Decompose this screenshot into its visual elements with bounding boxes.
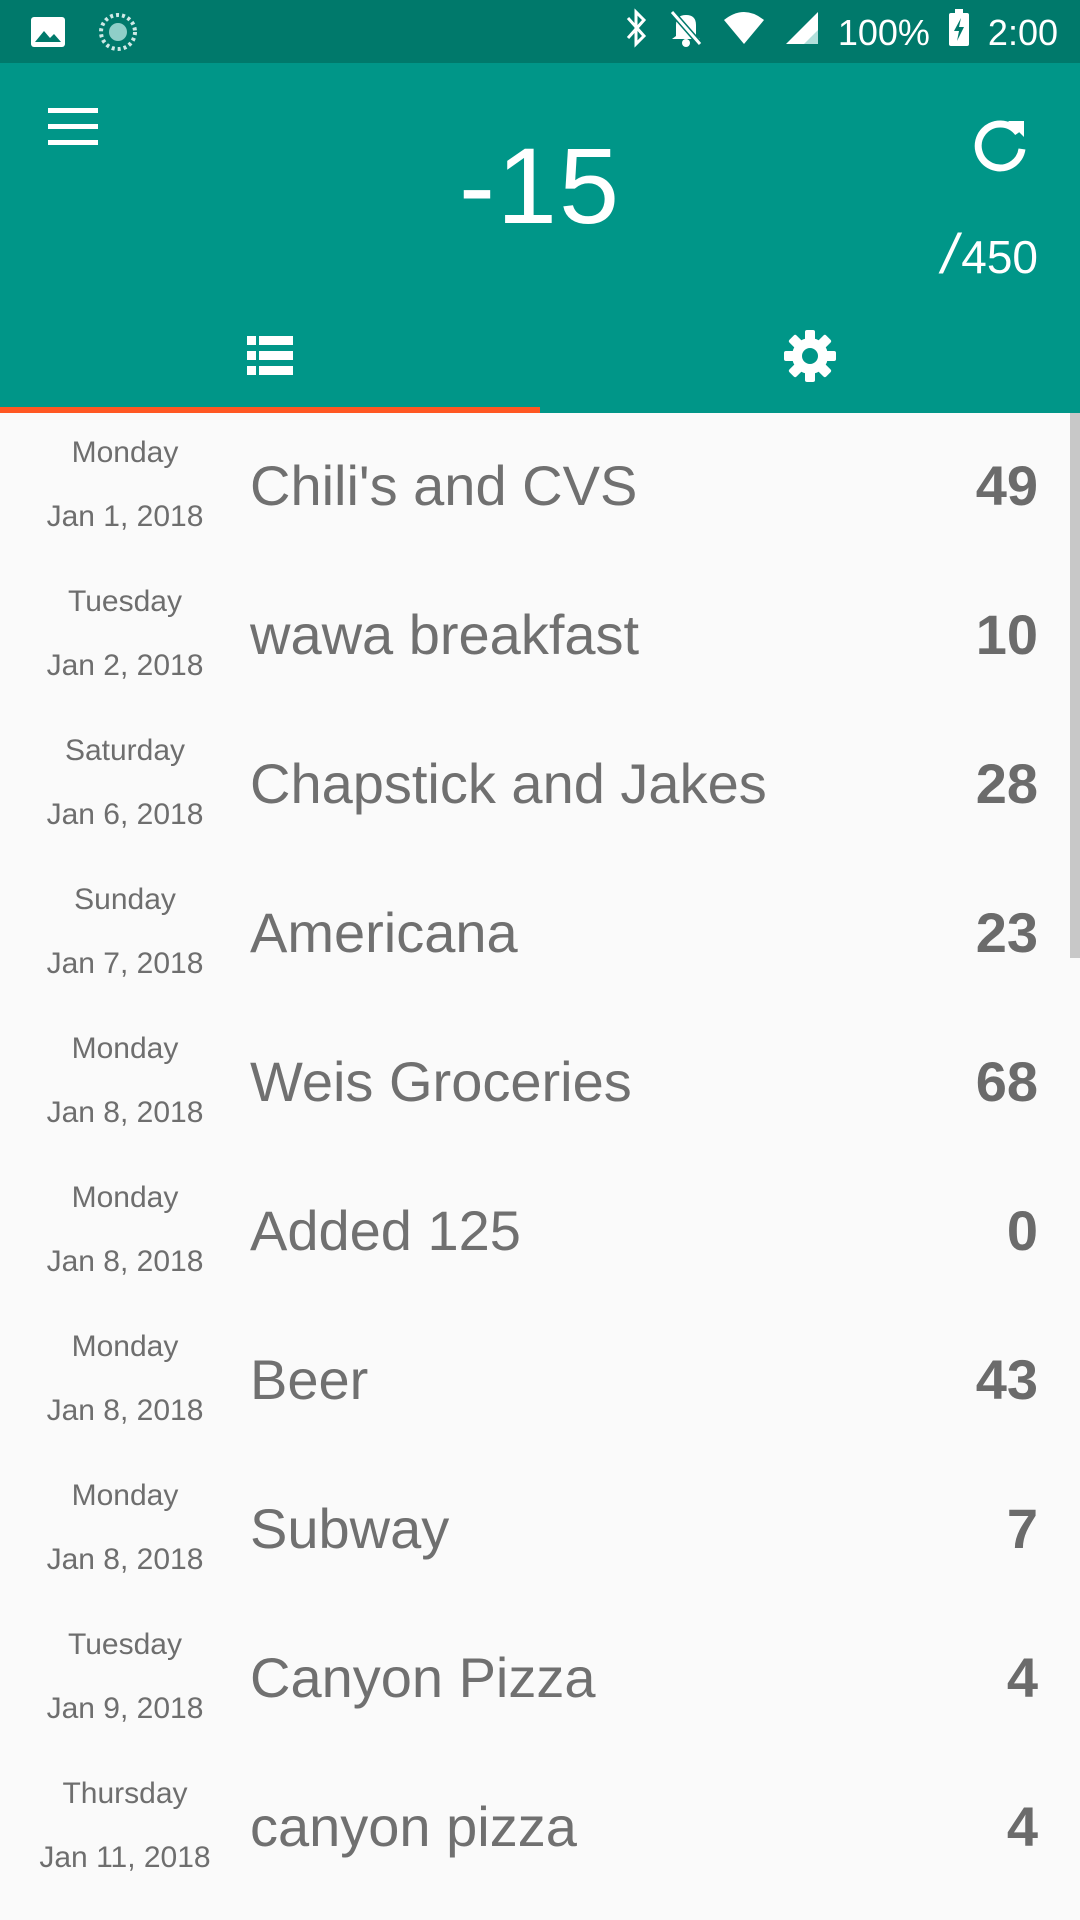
tab-settings[interactable] [540,313,1080,403]
list-item[interactable]: Thursday Jan 11, 2018 canyon pizza 4 [0,1754,1080,1903]
list-item[interactable]: Monday Jan 1, 2018 Chili's and CVS 49 [0,413,1080,562]
date-column: Sunday Jan 7, 2018 [20,882,230,982]
scrollbar[interactable] [1070,413,1080,958]
bluetooth-icon [624,8,650,57]
list-item[interactable]: Monday Jan 8, 2018 Weis Groceries 68 [0,1009,1080,1158]
date: Jan 8, 2018 [46,1245,204,1278]
day-of-week: Monday [71,1330,179,1363]
transaction-title: Chili's and CVS [250,454,638,517]
date-column: Thursday Jan 11, 2018 [20,1776,230,1876]
day-of-week: Monday [71,1181,179,1214]
transaction-amount: 4 [1006,1646,1038,1709]
transaction-list: Monday Jan 1, 2018 Chili's and CVS 49 Tuesda… [0,413,1080,1903]
day-of-week: Thursday [62,1777,188,1810]
transaction-title: Subway [250,1497,450,1560]
transaction-amount: 23 [975,901,1038,964]
transaction-title: Beer [250,1348,369,1411]
battery-charging-icon [948,9,970,56]
transaction-amount: 43 [975,1348,1038,1411]
transaction-amount: 7 [1006,1497,1038,1560]
date: Jan 8, 2018 [46,1096,204,1129]
wifi-icon [722,10,766,55]
day-of-week: Tuesday [68,585,182,618]
app-bar: -15 /450 [0,63,1080,413]
date-column: Monday Jan 1, 2018 [20,435,230,535]
transaction-amount: 10 [975,603,1038,666]
signal-icon [784,10,820,55]
date-column: Saturday Jan 6, 2018 [20,733,230,833]
transaction-amount: 49 [975,454,1038,517]
date: Jan 2, 2018 [46,649,204,682]
date: Jan 6, 2018 [46,798,204,831]
day-of-week: Tuesday [68,1628,182,1661]
balance-value: -15 [458,125,622,246]
refresh-icon[interactable] [968,113,1032,177]
battery-percent: 100% [837,11,930,53]
date-column: Monday Jan 8, 2018 [20,1329,230,1429]
date: Jan 8, 2018 [46,1543,204,1576]
transaction-title: Americana [250,901,518,964]
transaction-title: wawa breakfast [250,603,640,666]
transaction-amount: 28 [975,752,1038,815]
status-bar: 100% 2:00 [0,0,1080,63]
transaction-title: canyon pizza [250,1795,577,1858]
date-column: Monday Jan 8, 2018 [20,1180,230,1280]
image-icon [30,14,66,55]
transaction-amount: 68 [975,1050,1038,1113]
list-item[interactable]: Monday Jan 8, 2018 Added 125 0 [0,1158,1080,1307]
date: Jan 7, 2018 [46,947,204,980]
budget-total: /450 [941,222,1038,285]
date: Jan 11, 2018 [39,1841,211,1874]
date-column: Tuesday Jan 9, 2018 [20,1627,230,1727]
loading-icon [98,12,138,57]
day-of-week: Sunday [74,883,176,916]
date: Jan 1, 2018 [46,500,204,533]
list-item[interactable]: Sunday Jan 7, 2018 Americana 23 [0,860,1080,1009]
list-item[interactable]: Tuesday Jan 9, 2018 Canyon Pizza 4 [0,1605,1080,1754]
date: Jan 9, 2018 [46,1692,204,1725]
list-item[interactable]: Monday Jan 8, 2018 Subway 7 [0,1456,1080,1605]
list-item[interactable]: Tuesday Jan 2, 2018 wawa breakfast 10 [0,562,1080,711]
day-of-week: Monday [71,436,179,469]
gear-icon [782,328,838,389]
day-of-week: Monday [71,1032,179,1065]
tab-list[interactable] [0,313,540,403]
transaction-amount: 4 [1006,1795,1038,1858]
transaction-amount: 0 [1006,1199,1038,1262]
mute-bell-icon [668,8,704,57]
clock: 2:00 [987,11,1058,53]
transaction-title: Chapstick and Jakes [250,752,767,815]
list-item[interactable]: Monday Jan 8, 2018 Beer 43 [0,1307,1080,1456]
list-item[interactable]: Saturday Jan 6, 2018 Chapstick and Jakes 28 [0,711,1080,860]
transaction-title: Added 125 [250,1199,521,1262]
transaction-title: Weis Groceries [250,1050,632,1113]
transaction-title: Canyon Pizza [250,1646,596,1709]
date-column: Tuesday Jan 2, 2018 [20,584,230,684]
date-column: Monday Jan 8, 2018 [20,1478,230,1578]
date-column: Monday Jan 8, 2018 [20,1031,230,1131]
list-icon [247,335,293,381]
day-of-week: Monday [71,1479,179,1512]
date: Jan 8, 2018 [46,1394,204,1427]
day-of-week: Saturday [64,734,186,767]
